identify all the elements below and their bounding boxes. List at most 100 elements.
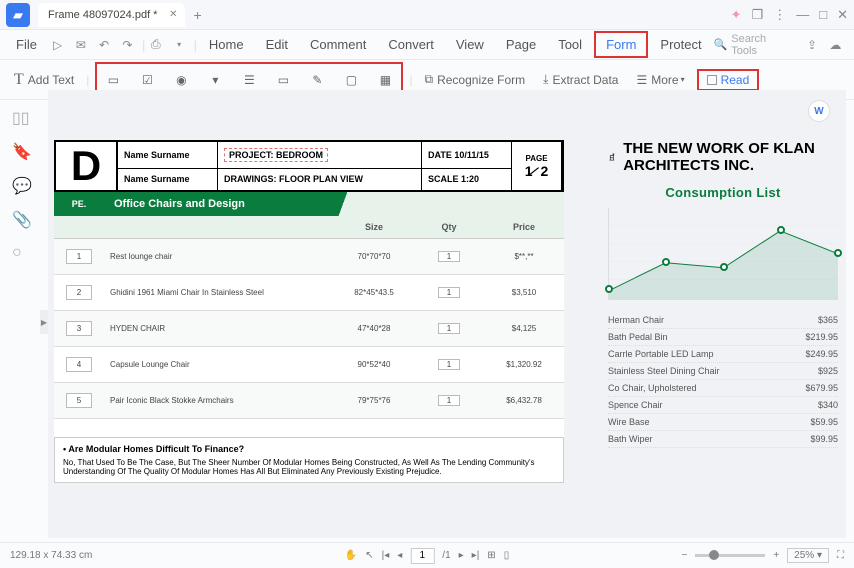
faq-answer: No, That Used To Be The Case, But The Sh… [63, 458, 555, 476]
share-icon[interactable]: ⇪ [803, 36, 820, 54]
zoom-slider[interactable] [695, 554, 765, 557]
prev-page-button[interactable]: ◂ [397, 550, 402, 561]
price-row: Wire Base$59.95 [608, 414, 838, 431]
name-surname-2: Name Surname [118, 168, 218, 191]
price-row: Co Chair, Upholstered$679.95 [608, 380, 838, 397]
tab-filename: Frame 48097024.pdf * [48, 9, 157, 21]
zoom-in-button[interactable]: + [773, 550, 779, 561]
fit-width-icon[interactable]: ⊞ [487, 550, 495, 561]
document-page: D Name Surname PROJECT: BEDROOM DATE 10/… [54, 140, 564, 483]
table-row: 3HYDEN CHAIR47*40*281$4,125 [54, 311, 564, 347]
zoom-select[interactable]: 25% ▾ [787, 548, 829, 563]
sparkle-icon[interactable]: ✦ [731, 7, 742, 23]
dropdown-icon[interactable]: ▾ [170, 36, 187, 54]
search-icon: 🔍 [714, 38, 728, 51]
menu-form[interactable]: Form [594, 31, 648, 58]
zoom-out-button[interactable]: − [681, 550, 687, 561]
table-row: 5Pair Iconic Black Stokke Armchairs79*75… [54, 383, 564, 419]
menu-comment[interactable]: Comment [300, 33, 376, 56]
faq-question: • Are Modular Homes Difficult To Finance… [63, 444, 555, 454]
bookmarks-icon[interactable]: 🔖 [12, 142, 28, 158]
expand-sidebar-button[interactable]: ▶ [40, 310, 48, 334]
th-price: Price [484, 216, 564, 239]
save-icon[interactable]: ▷ [49, 36, 66, 54]
price-list: Herman Chair$365Bath Pedal Bin$219.95Car… [608, 312, 838, 448]
next-page-button[interactable]: ▸ [459, 550, 464, 561]
table-row: 1Rest lounge chair70*70*701$**,** [54, 239, 564, 275]
app-icon: ▰ [6, 3, 30, 27]
menu-protect[interactable]: Protect [650, 33, 711, 56]
recognize-icon: ⧉ [425, 72, 434, 87]
consumption-title: Consumption List [608, 185, 838, 200]
price-row: Herman Chair$365 [608, 312, 838, 329]
thumbnails-icon[interactable]: ▯▯ [12, 108, 28, 124]
items-table: PE. Office Chairs and Design Size Qty Pr… [54, 192, 564, 419]
comments-icon[interactable]: 💬 [12, 176, 28, 192]
faq-box: • Are Modular Homes Difficult To Finance… [54, 437, 564, 483]
close-tab-icon[interactable]: ✕ [169, 9, 177, 20]
attachments-icon[interactable]: 📎 [12, 210, 28, 226]
date-cell: DATE 10/11/15 [422, 142, 512, 168]
th-size: Size [334, 216, 414, 239]
right-panel: THE NEW WORK OF KLAN ARCHITECTS INC. Con… [608, 140, 838, 448]
maximize-button[interactable]: □ [819, 7, 827, 22]
chart-point [720, 263, 728, 271]
mail-icon[interactable]: ✉ [72, 36, 89, 54]
menu-file[interactable]: File [6, 33, 47, 56]
cloud-icon[interactable]: ☁ [827, 36, 844, 54]
read-mode-button[interactable]: Read [697, 69, 760, 91]
extract-icon: ⤓ [543, 72, 548, 87]
logo: D [56, 142, 118, 190]
menu-home[interactable]: Home [199, 33, 254, 56]
search-tools[interactable]: 🔍 Search Tools [714, 33, 792, 57]
word-badge-icon[interactable]: W [808, 100, 830, 122]
first-page-button[interactable]: |◂ [382, 550, 390, 561]
minimize-button[interactable]: — [796, 7, 809, 22]
fullscreen-icon[interactable]: ⛶ [837, 550, 844, 561]
select-tool-icon[interactable]: ↖ [365, 550, 373, 561]
table-row: 2Ghidini 1961 Miami Chair In Stainless S… [54, 275, 564, 311]
fit-page-icon[interactable]: ▯ [504, 550, 510, 561]
undo-icon[interactable]: ↶ [96, 36, 113, 54]
consumption-chart [608, 208, 838, 300]
chart-point [605, 285, 613, 293]
menu-page[interactable]: Page [496, 33, 546, 56]
print-icon[interactable]: ⎙ [147, 36, 164, 54]
close-button[interactable]: ✕ [837, 7, 848, 23]
add-tab-button[interactable]: + [193, 7, 201, 23]
price-row: Bath Wiper$99.95 [608, 431, 838, 448]
menu-tool[interactable]: Tool [548, 33, 592, 56]
th-pe: PE. [54, 192, 104, 216]
menu-dots-icon[interactable]: ⋮ [773, 7, 786, 23]
page-input[interactable] [410, 548, 434, 564]
company-title: THE NEW WORK OF KLAN ARCHITECTS INC. [623, 140, 838, 175]
menu-convert[interactable]: Convert [378, 33, 444, 56]
table-row: 4Capsule Lounge Chair90*52*401$1,320.92 [54, 347, 564, 383]
menu-edit[interactable]: Edit [256, 33, 298, 56]
chart-point [834, 249, 842, 257]
price-row: Stainless Steel Dining Chair$925 [608, 363, 838, 380]
scale-cell: SCALE 1:20 [422, 168, 512, 191]
page-total: /1 [442, 550, 450, 561]
price-row: Bath Pedal Bin$219.95 [608, 329, 838, 346]
more-icon: ☰ [636, 73, 647, 87]
last-page-button[interactable]: ▸| [472, 550, 480, 561]
price-row: Carrle Portable LED Lamp$249.95 [608, 346, 838, 363]
page-fraction: PAGE1⁄2 [512, 142, 562, 190]
search-panel-icon[interactable]: ○ [12, 244, 28, 260]
drawings-cell: DRAWINGS: FLOOR PLAN VIEW [218, 168, 422, 191]
chart-point [662, 258, 670, 266]
hand-tool-icon[interactable]: ✋ [345, 550, 357, 561]
project-cell: PROJECT: BEDROOM [218, 142, 422, 168]
price-row: Spence Chair$340 [608, 397, 838, 414]
th-qty: Qty [414, 216, 484, 239]
menu-view[interactable]: View [446, 33, 494, 56]
coords-display: 129.18 x 74.33 cm [10, 550, 92, 561]
chart-point [777, 226, 785, 234]
name-surname-1: Name Surname [118, 142, 218, 168]
th-title: Office Chairs and Design [104, 192, 334, 216]
architect-icon [608, 150, 617, 164]
redo-icon[interactable]: ↷ [119, 36, 136, 54]
document-tab[interactable]: Frame 48097024.pdf * ✕ [38, 3, 185, 27]
copy-icon[interactable]: ❐ [752, 7, 764, 23]
